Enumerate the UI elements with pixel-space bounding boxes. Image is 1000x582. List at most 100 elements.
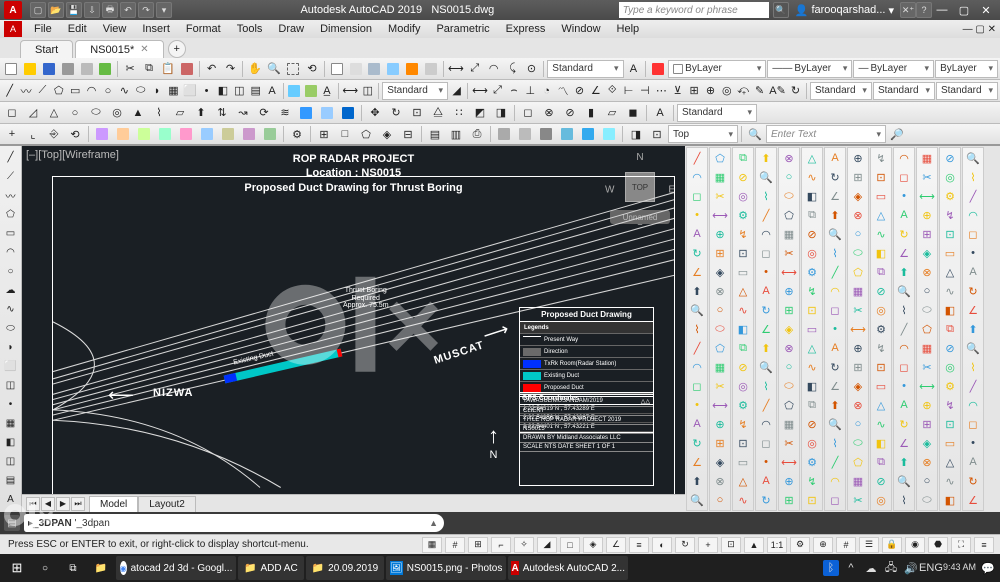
- palette-btn-5-7[interactable]: ↯: [803, 282, 821, 300]
- cortana-button[interactable]: ○: [32, 556, 58, 580]
- palette-btn-11-7[interactable]: ∿: [941, 282, 959, 300]
- palette-btn-4-18[interactable]: ⊞: [780, 491, 798, 509]
- dim1-icon[interactable]: ⟷: [447, 60, 465, 78]
- menu-help[interactable]: Help: [609, 23, 648, 35]
- 3darray-icon[interactable]: ∷: [449, 104, 469, 122]
- palette-btn-6-13[interactable]: ⬆: [826, 396, 844, 414]
- distance-icon[interactable]: ⟷: [341, 82, 359, 100]
- user-login[interactable]: 👤 farooqarshad... ▾: [789, 4, 900, 17]
- palette-btn-9-7[interactable]: 🔍: [895, 282, 913, 300]
- status-workspace-icon[interactable]: ⚙: [790, 537, 810, 553]
- dim-quick-icon[interactable]: ⟐: [605, 82, 620, 100]
- status-hardware-icon[interactable]: ⬣: [928, 537, 948, 553]
- palette-btn-5-18[interactable]: ⊡: [803, 491, 821, 509]
- status-cleanscreen-icon[interactable]: ⛶: [951, 537, 971, 553]
- palette-btn-4-7[interactable]: ⊕: [780, 282, 798, 300]
- palette-btn-9-3[interactable]: A: [895, 206, 913, 224]
- ucs-prev-icon[interactable]: ⟲: [65, 125, 85, 143]
- palette-btn-4-14[interactable]: ▦: [780, 415, 798, 433]
- box-icon[interactable]: ◻: [2, 104, 22, 122]
- ellipsearc-icon[interactable]: ◗: [149, 82, 164, 100]
- palette-btn-12-18[interactable]: ∠: [964, 491, 982, 509]
- menu-parametric[interactable]: Parametric: [428, 23, 497, 35]
- status-annomonitor-icon[interactable]: ⊕: [813, 537, 833, 553]
- palette-btn-6-18[interactable]: ◻: [826, 491, 844, 509]
- image-attach-icon[interactable]: [155, 125, 175, 143]
- dim-edit-icon[interactable]: ✎: [752, 82, 767, 100]
- menu-edit[interactable]: Edit: [60, 23, 95, 35]
- status-isolate-icon[interactable]: ◉: [905, 537, 925, 553]
- palette-btn-0-10[interactable]: ╱: [688, 339, 706, 357]
- palette-btn-1-14[interactable]: ⊕: [711, 415, 729, 433]
- section-icon[interactable]: ◩: [470, 104, 490, 122]
- palette-btn-10-2[interactable]: ⟷: [918, 187, 936, 205]
- flatshot-icon[interactable]: ◻: [518, 104, 538, 122]
- language-indicator[interactable]: ENG: [923, 560, 939, 576]
- palette-btn-2-5[interactable]: ⊡: [734, 244, 752, 262]
- palette-btn-1-9[interactable]: ⬭: [711, 320, 729, 338]
- palette-btn-11-16[interactable]: △: [941, 453, 959, 471]
- palette-btn-4-4[interactable]: ▦: [780, 225, 798, 243]
- menu-dimension[interactable]: Dimension: [312, 23, 380, 35]
- palette-btn-9-15[interactable]: ∠: [895, 434, 913, 452]
- palette-btn-6-12[interactable]: ∠: [826, 377, 844, 395]
- palette-btn-10-8[interactable]: ⬭: [918, 301, 936, 319]
- command-input[interactable]: ▸_ 3DPAN '_3dpan ▲: [24, 514, 444, 532]
- ellipsearc-tool-icon[interactable]: ◗: [2, 338, 20, 356]
- dim-space-icon[interactable]: ⋯: [654, 82, 669, 100]
- find-input[interactable]: Enter Text▾: [766, 125, 886, 143]
- palette-btn-4-9[interactable]: ◈: [780, 320, 798, 338]
- block-icon[interactable]: ⬜: [182, 82, 198, 100]
- palette-btn-6-3[interactable]: ⬆: [826, 206, 844, 224]
- revolve-icon[interactable]: ⟳: [254, 104, 274, 122]
- mdi-close[interactable]: ✕: [988, 24, 996, 35]
- dim-ang-icon[interactable]: ∠: [588, 82, 603, 100]
- palette-btn-3-17[interactable]: A: [757, 472, 775, 490]
- palette-btn-3-5[interactable]: ◻: [757, 244, 775, 262]
- area-icon[interactable]: ◫: [360, 82, 375, 100]
- status-osnap-icon[interactable]: □: [560, 537, 580, 553]
- vp-poly-icon[interactable]: ⬠: [356, 125, 376, 143]
- palette-btn-3-0[interactable]: ⬆: [757, 149, 775, 167]
- palette-btn-6-16[interactable]: ╱: [826, 453, 844, 471]
- palette-btn-1-2[interactable]: ✂: [711, 187, 729, 205]
- region-tool-icon[interactable]: ◫: [2, 452, 20, 470]
- xref-frame-icon[interactable]: [134, 125, 154, 143]
- palette-btn-0-4[interactable]: A: [688, 225, 706, 243]
- tab-nav-next-icon[interactable]: ▶: [56, 497, 70, 511]
- image-adjust-icon[interactable]: [197, 125, 217, 143]
- palette-btn-10-5[interactable]: ◈: [918, 244, 936, 262]
- palette-btn-0-12[interactable]: ◻: [688, 377, 706, 395]
- palette-btn-9-13[interactable]: A: [895, 396, 913, 414]
- palette-btn-7-4[interactable]: ○: [849, 225, 867, 243]
- mtext-icon[interactable]: A: [264, 82, 279, 100]
- status-model-icon[interactable]: ▦: [422, 537, 442, 553]
- palette-btn-12-0[interactable]: 🔍: [964, 149, 982, 167]
- palette-btn-9-8[interactable]: ⌇: [895, 301, 913, 319]
- maximize-button[interactable]: ▢: [954, 2, 974, 18]
- palette-btn-5-17[interactable]: ↯: [803, 472, 821, 490]
- palette-btn-9-18[interactable]: ⌇: [895, 491, 913, 509]
- presspull-icon[interactable]: ⇅: [212, 104, 232, 122]
- qat-dropdown-icon[interactable]: ▾: [156, 2, 172, 18]
- palette-btn-8-15[interactable]: ◧: [872, 434, 890, 452]
- action-center-icon[interactable]: 💬: [980, 560, 996, 576]
- palette-btn-5-15[interactable]: ◎: [803, 434, 821, 452]
- palette-btn-7-8[interactable]: ✂: [849, 301, 867, 319]
- line-icon[interactable]: ╱: [2, 82, 17, 100]
- palette-btn-4-10[interactable]: ⊗: [780, 339, 798, 357]
- status-cycling-icon[interactable]: ↻: [675, 537, 695, 553]
- layout2-tab[interactable]: Layout2: [138, 496, 196, 512]
- palette-btn-9-2[interactable]: •: [895, 187, 913, 205]
- ellipse-icon[interactable]: ⬭: [133, 82, 148, 100]
- palette-btn-12-13[interactable]: ◠: [964, 396, 982, 414]
- linetype-combo[interactable]: —— ByLayer▾: [767, 60, 852, 78]
- palette-btn-2-8[interactable]: ∿: [734, 301, 752, 319]
- designcenter-icon[interactable]: [384, 60, 402, 78]
- status-transp-icon[interactable]: ◐: [652, 537, 672, 553]
- find-icon[interactable]: 🔍: [745, 125, 765, 143]
- menu-format[interactable]: Format: [178, 23, 229, 35]
- palette-btn-1-5[interactable]: ⊞: [711, 244, 729, 262]
- palette-btn-0-2[interactable]: ◻: [688, 187, 706, 205]
- autodesk-app-icon[interactable]: ✕⁺: [900, 2, 916, 18]
